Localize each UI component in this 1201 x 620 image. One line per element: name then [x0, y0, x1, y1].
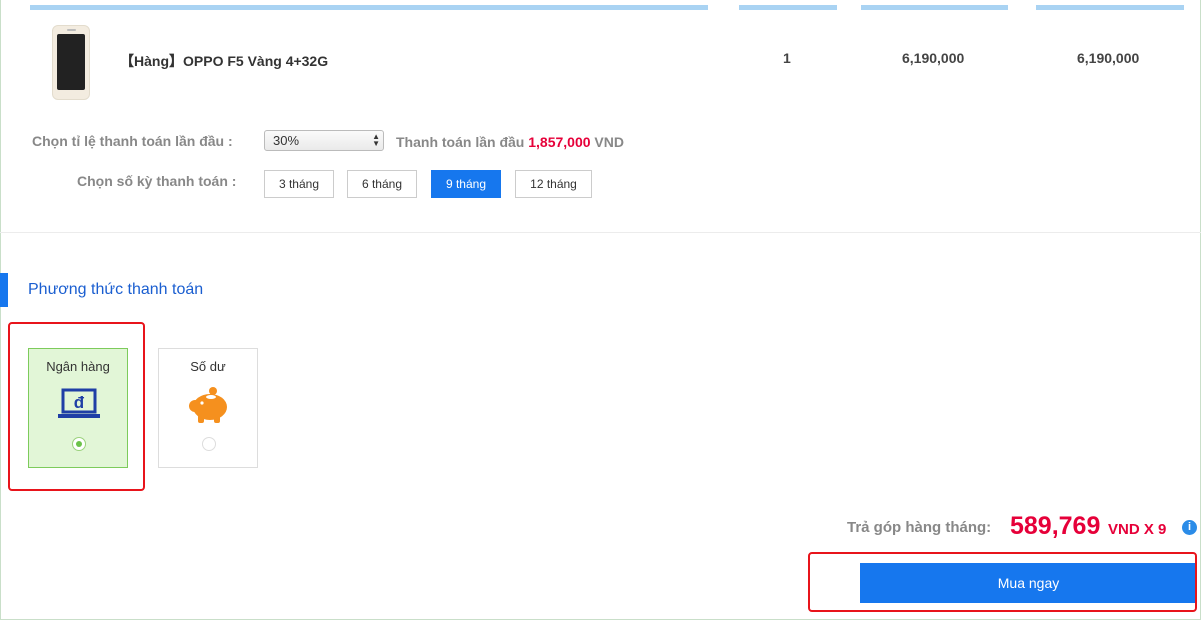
header-bar-quantity	[739, 5, 837, 10]
payment-highlight-box	[8, 322, 145, 491]
term-option-6[interactable]: 6 tháng	[347, 170, 417, 198]
balance-radio[interactable]	[202, 437, 216, 451]
phone-speaker	[67, 29, 76, 31]
product-name: 【Hàng】OPPO F5 Vàng 4+32G	[120, 53, 329, 69]
product-image	[52, 25, 90, 100]
term-option-12[interactable]: 12 tháng	[515, 170, 592, 198]
down-ratio-value: 30%	[273, 133, 300, 148]
product-quantity: 1	[783, 50, 791, 66]
down-payment-unit: VND	[594, 134, 624, 150]
payment-method-balance[interactable]: Số dư	[158, 348, 258, 468]
phone-screen	[57, 34, 85, 90]
down-payment-info: Thanh toán lần đầu 1,857,000 VND	[396, 134, 624, 150]
buy-highlight-box	[808, 552, 1197, 612]
down-payment-amount: 1,857,000	[528, 134, 591, 150]
header-bar-price	[861, 5, 1008, 10]
header-bar-total	[1036, 5, 1184, 10]
monthly-label: Trả góp hàng tháng:	[847, 519, 992, 536]
updown-arrows-icon: ▲ ▼	[372, 132, 380, 148]
down-ratio-select[interactable]: 30% ▲ ▼	[264, 130, 384, 151]
down-ratio-label: Chọn tỉ lệ thanh toán lần đầu :	[32, 133, 233, 149]
piggy-bank-icon	[189, 387, 227, 423]
down-payment-label: Thanh toán lần đầu	[396, 134, 525, 150]
header-bar-product	[30, 5, 708, 10]
term-option-3[interactable]: 3 tháng	[264, 170, 334, 198]
term-label: Chọn số kỳ thanh toán :	[77, 173, 237, 189]
section-divider	[0, 232, 1201, 233]
info-icon[interactable]: i	[1182, 520, 1197, 535]
monthly-unit: VND X 9	[1108, 521, 1167, 538]
payment-section-title: Phương thức thanh toán	[28, 281, 204, 298]
section-accent-bar	[0, 273, 8, 307]
term-option-9[interactable]: 9 tháng	[431, 170, 501, 198]
product-total: 6,190,000	[1077, 50, 1140, 66]
product-unit-price: 6,190,000	[902, 50, 965, 66]
payment-method-label: Số dư	[190, 359, 226, 374]
monthly-amount: 589,769	[1010, 512, 1101, 540]
